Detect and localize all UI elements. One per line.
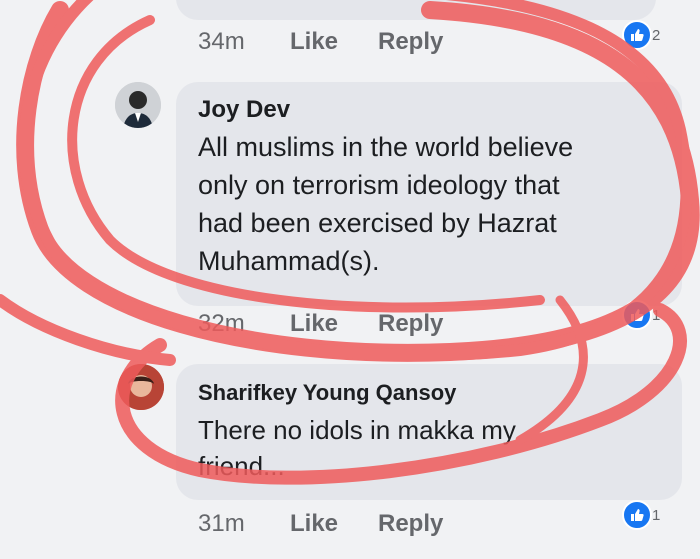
avatar[interactable] — [118, 364, 164, 410]
comment-meta: 34m Like Reply — [198, 28, 443, 56]
reaction-count[interactable]: 2 — [622, 20, 660, 50]
reaction-number: 1 — [652, 506, 661, 524]
comment-text-line: There no idols in makka my — [198, 415, 516, 445]
like-button[interactable]: Like — [290, 510, 378, 538]
comment-time[interactable]: 32m — [198, 310, 290, 338]
comment-text: There no idols in makka my friend... — [198, 412, 516, 484]
thumbs-up-icon — [622, 20, 652, 50]
reaction-number: 1 — [652, 306, 661, 324]
annotation-stroke — [0, 294, 176, 366]
comment-text-line: friend... — [198, 451, 285, 481]
comment-author[interactable]: Joy Dev — [198, 96, 290, 124]
comment-time[interactable]: 34m — [198, 28, 290, 56]
reply-button[interactable]: Reply — [378, 310, 443, 338]
comment-text-line: Muhammad(s). — [198, 246, 380, 276]
like-button[interactable]: Like — [290, 28, 378, 56]
reaction-number: 2 — [652, 26, 661, 44]
comment-text: All muslims in the world believe only on… — [198, 128, 573, 280]
reaction-count[interactable]: 1 — [622, 300, 660, 330]
comment-text-line: All muslims in the world believe — [198, 132, 574, 162]
comment-meta: 32m Like Reply — [198, 310, 443, 338]
comment-meta: 31m Like Reply — [198, 510, 443, 538]
like-button[interactable]: Like — [290, 310, 378, 338]
comment-time[interactable]: 31m — [198, 510, 290, 538]
comment-author[interactable]: Sharifkey Young Qansoy — [198, 380, 456, 406]
reply-button[interactable]: Reply — [378, 510, 443, 538]
avatar[interactable] — [115, 82, 161, 128]
thumbs-up-icon — [622, 500, 652, 530]
thumbs-up-icon — [622, 300, 652, 330]
reply-button[interactable]: Reply — [378, 28, 443, 56]
reaction-count[interactable]: 1 — [622, 500, 660, 530]
comment-text-line: had been exercised by Hazrat — [198, 208, 557, 238]
comment-bubble-top — [176, 0, 656, 20]
comment-text-line: only on terrorism ideology that — [198, 170, 560, 200]
